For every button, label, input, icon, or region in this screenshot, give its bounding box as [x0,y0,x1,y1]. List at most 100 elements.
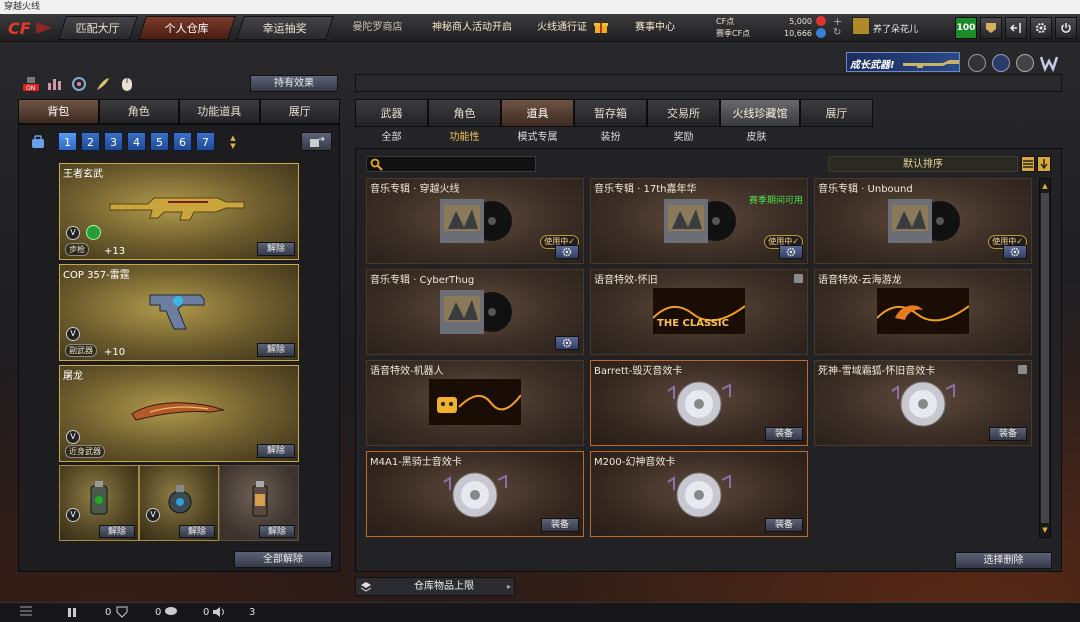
item-settings-button[interactable] [779,245,803,259]
nav-link-events[interactable]: 赛事中心 [622,16,688,40]
unequip-button[interactable]: 解除 [259,525,295,538]
gear-icon[interactable] [1030,17,1052,39]
tab-collection[interactable]: 火线珍藏馆 [720,99,800,127]
scroll-down-icon[interactable]: ▼ [1040,524,1050,536]
tab-characters[interactable]: 角色 [428,99,501,127]
unequip-all-button[interactable]: 全部解除 [234,551,332,568]
globe-badge-icon[interactable] [992,54,1010,72]
unequip-button[interactable]: 解除 [99,525,135,538]
honor-badge-icon[interactable] [968,54,986,72]
page-stepper[interactable]: ▲ ▼ [225,132,241,151]
list-view-button[interactable] [1021,156,1035,172]
nav-link-battle-pass[interactable]: 火线通行证 [530,16,594,40]
unequip-button[interactable]: 解除 [179,525,215,538]
warehouse-capacity-bar[interactable]: 仓库物品上限 ▸ [355,577,515,596]
page-5-button[interactable]: 5 [150,132,169,151]
weapon-card-melee[interactable]: 屠龙 V 近身武器 解除 [59,365,299,462]
item-card[interactable]: 语音特效-怀旧 THE CLASSIC [590,269,808,355]
equip-button[interactable]: 装备 [989,427,1027,441]
nav-tab-match-lobby[interactable]: 匹配大厅 [58,16,138,40]
rank-icon[interactable] [980,17,1002,39]
held-effects-button[interactable]: 持有效果 [250,75,338,92]
item-card[interactable]: 音乐专辑 · 穿越火线 使用中✓ [366,178,584,264]
grenade-slot-3[interactable]: 解除 [219,465,299,541]
page-3-button[interactable]: 3 [104,132,123,151]
compass-badge-icon[interactable] [1016,54,1034,72]
equip-button[interactable]: 装备 [765,518,803,532]
item-card[interactable]: 音乐专辑 · CyberThug [366,269,584,355]
tab-weapons[interactable]: 武器 [355,99,428,127]
volume-status[interactable]: 3 [212,606,255,618]
subtab-functional[interactable]: 功能性 [428,128,501,148]
unequip-button[interactable]: 解除 [257,242,295,256]
grenade-slot-2[interactable]: V 解除 [139,465,219,541]
chevron-down-icon[interactable]: ▼ [230,142,235,150]
tab-exchange[interactable]: 交易所 [647,99,720,127]
item-card[interactable]: M4A1-黑骑士音效卡 装备 [366,451,584,537]
page-1-button[interactable]: 1 [58,132,77,151]
item-card[interactable]: 死神-雪域霜狐-怀旧音效卡 装备 [814,360,1032,446]
chat-status[interactable]: 0 [164,606,209,618]
refresh-icon[interactable]: ↻ [833,27,841,38]
mouse-icon[interactable] [118,76,136,92]
weapon-card-pistol[interactable]: COP 357-雷霆 V 副武器 +10 解除 [59,264,299,361]
sort-dropdown[interactable]: 默认排序 [828,156,1018,172]
nav-tab-lucky-draw[interactable]: 幸运抽奖 [236,16,334,40]
item-settings-button[interactable] [1003,245,1027,259]
capacity-expand-icon[interactable]: ▸ [507,578,511,596]
equip-button[interactable]: 装备 [541,518,579,532]
unequip-button[interactable]: 解除 [257,343,295,357]
equip-button[interactable]: 装备 [765,427,803,441]
friends-status[interactable]: 0 [66,606,111,618]
cycle-icon[interactable] [70,76,88,92]
subtab-all[interactable]: 全部 [355,128,428,148]
subtab-skins[interactable]: 皮肤 [720,128,793,148]
tab-backpack[interactable]: 背包 [18,99,99,124]
subtab-mode-exclusive[interactable]: 模式专属 [501,128,574,148]
swap-loadout-button[interactable] [301,132,332,151]
item-card[interactable]: 音乐专辑 · Unbound 使用中✓ [814,178,1032,264]
nav-tab-warehouse[interactable]: 个人仓库 [138,16,236,40]
tab-items[interactable]: 道具 [501,99,574,127]
menu-icon[interactable] [20,606,32,616]
nav-link-shop[interactable]: 曼陀罗商店 [345,16,410,40]
subtab-rewards[interactable]: 奖励 [647,128,720,148]
page-7-button[interactable]: 7 [196,132,215,151]
stats-icon[interactable] [46,76,64,92]
scroll-thumb[interactable] [1041,193,1049,523]
tab-function-items[interactable]: 功能道具 [179,99,260,124]
item-card[interactable]: Barrett-毁灭音效卡 装备 [590,360,808,446]
weapon-card-rifle[interactable]: 王者玄武 V 步枪 +13 解除 [59,163,299,260]
growth-weapon-banner[interactable]: 成长武器! [846,52,960,72]
power-icon[interactable] [1055,17,1077,39]
tab-character[interactable]: 角色 [98,99,179,124]
item-card[interactable]: 语音特效-机器人 [366,360,584,446]
select-delete-button[interactable]: 选择删除 [955,552,1052,569]
item-card[interactable]: M200-幻神音效卡 装备 [590,451,808,537]
avatar[interactable] [852,17,870,35]
page-6-button[interactable]: 6 [173,132,192,151]
tab-gallery[interactable]: 展厅 [800,99,873,127]
tab-showroom[interactable]: 展厅 [259,99,340,124]
item-search-input[interactable] [366,156,536,172]
page-4-button[interactable]: 4 [127,132,146,151]
nav-link-mystery-merchant[interactable]: 神秘商人活动开启 [424,16,520,40]
grenade-slot-1[interactable]: V 解除 [59,465,139,541]
subtab-dress-up[interactable]: 装扮 [574,128,647,148]
exit-room-icon[interactable] [1005,17,1027,39]
w-badge-icon[interactable] [1039,54,1059,73]
clan-status[interactable]: 0 [116,606,161,618]
scroll-up-icon[interactable]: ▲ [1040,180,1050,192]
on-toggle-icon[interactable]: ON [22,76,40,92]
item-card[interactable]: 语音特效-云海游龙 [814,269,1032,355]
item-settings-button[interactable] [555,336,579,350]
item-grid-scrollbar[interactable]: ▲ ▼ [1039,178,1051,538]
item-card[interactable]: 音乐专辑 · 17th嘉年华 赛季期间可用 使用中✓ [590,178,808,264]
unequip-button[interactable]: 解除 [257,444,295,458]
sort-direction-button[interactable] [1037,156,1051,172]
tab-storage[interactable]: 暂存箱 [574,99,647,127]
feather-icon[interactable] [94,76,112,92]
chevron-up-icon[interactable]: ▲ [230,134,235,142]
page-2-button[interactable]: 2 [81,132,100,151]
item-settings-button[interactable] [555,245,579,259]
